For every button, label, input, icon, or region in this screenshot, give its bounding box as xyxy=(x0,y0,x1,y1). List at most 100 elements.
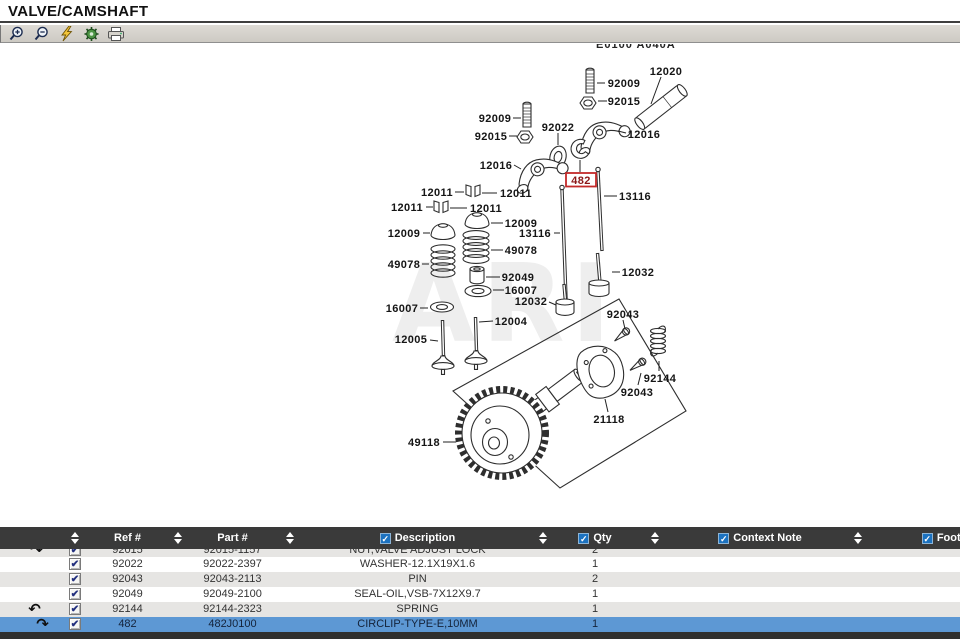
print-icon[interactable] xyxy=(106,25,126,42)
zoom-in-icon[interactable] xyxy=(6,25,26,42)
title-bar: VALVE/CAMSHAFT xyxy=(0,0,960,23)
part-screw-92043-low xyxy=(628,357,647,374)
diagram-area: ARI E0100 A040A xyxy=(0,44,960,527)
sort-button[interactable] xyxy=(174,532,182,544)
diagram-label-92015[interactable]: 92015 xyxy=(608,96,641,108)
part-nut-92015-right xyxy=(580,97,596,109)
table-row-selected[interactable]: ↷ ✔ 482 482J0100 CIRCLIP-TYPE-E,10MM 1 xyxy=(0,617,960,632)
diagram-label-12032[interactable]: 12032 xyxy=(515,296,548,308)
diagram-label-12016[interactable]: 12016 xyxy=(628,129,661,141)
table-row[interactable]: ↶ ✔ 92144 92144-2323 SPRING 1 xyxy=(0,602,960,617)
diagram-label-482[interactable]: 482 xyxy=(571,175,591,187)
column-ref[interactable]: Ref # xyxy=(95,532,160,544)
diagram-label-21118[interactable]: 21118 xyxy=(593,414,624,426)
page-title: VALVE/CAMSHAFT xyxy=(0,0,148,20)
diagram-label-49078[interactable]: 49078 xyxy=(388,259,421,271)
part-spring-49078-left xyxy=(431,245,455,277)
undo-arrow-icon[interactable]: ↶ xyxy=(28,602,41,616)
table-row[interactable]: ✔ 92043 92043-2113 PIN 2 xyxy=(0,572,960,587)
column-context-note[interactable]: ✓Context Note xyxy=(680,532,840,544)
gear-icon[interactable] xyxy=(81,25,101,42)
part-washer-16007-left xyxy=(431,302,454,312)
parts-diagram: 92009 92015 12020 12016 92022 482 92009 92015 12… xyxy=(0,44,960,527)
diagram-label-92049[interactable]: 92049 xyxy=(502,272,535,284)
row-checkbox[interactable]: ✔ xyxy=(69,588,81,600)
column-part[interactable]: Part # xyxy=(195,532,270,544)
diagram-label-16007[interactable]: 16007 xyxy=(386,303,419,315)
part-rocker-12016-right xyxy=(571,111,632,158)
parts-table: Ref # Part # ✓Description ✓Qty ✓Context … xyxy=(0,527,960,639)
row-checkbox[interactable]: ✔ xyxy=(69,573,81,585)
diagram-label-13116[interactable]: 13116 xyxy=(519,228,551,240)
diagram-label-12005[interactable]: 12005 xyxy=(395,334,428,346)
diagram-label-12020[interactable]: 12020 xyxy=(650,66,683,78)
sort-button[interactable] xyxy=(286,532,294,544)
part-retainer-12009-mid xyxy=(465,213,489,229)
zoom-out-icon[interactable] xyxy=(31,25,51,42)
part-collets-12011-a xyxy=(466,185,480,197)
column-qty[interactable]: ✓Qty xyxy=(560,532,630,544)
part-tappet-12032-left xyxy=(556,284,574,315)
table-row[interactable]: ✔ 92049 92049-2100 SEAL-OIL,VSB-7X12X9.7… xyxy=(0,587,960,602)
leader-line xyxy=(623,320,625,329)
diagram-label-92009[interactable]: 92009 xyxy=(479,113,512,125)
diagram-label-92015[interactable]: 92015 xyxy=(475,131,508,143)
column-checkbox[interactable]: ✓ xyxy=(578,533,589,544)
column-checkbox[interactable]: ✓ xyxy=(718,533,729,544)
sort-button[interactable] xyxy=(71,532,79,544)
diagram-label-12004[interactable]: 12004 xyxy=(495,316,528,328)
sort-button[interactable] xyxy=(854,532,862,544)
part-washer-16007-mid xyxy=(465,285,491,296)
diagram-label-92043[interactable]: 92043 xyxy=(621,387,654,399)
leader-line xyxy=(479,321,493,322)
redo-arrow-icon[interactable]: ↷ xyxy=(30,549,43,557)
diagram-label-13116[interactable]: 13116 xyxy=(619,191,651,203)
diagram-label-12011[interactable]: 12011 xyxy=(391,202,423,214)
part-spring-49078-mid xyxy=(463,231,489,264)
leader-line xyxy=(514,165,521,169)
diagram-label-49118[interactable]: 49118 xyxy=(408,437,440,449)
column-description[interactable]: ✓Description xyxy=(310,532,525,544)
diagram-label-12032[interactable]: 12032 xyxy=(622,267,655,279)
diagram-label-12011[interactable]: 12011 xyxy=(421,187,453,199)
table-header: Ref # Part # ✓Description ✓Qty ✓Context … xyxy=(0,527,960,549)
row-checkbox[interactable]: ✔ xyxy=(69,603,81,615)
diagram-label-92043[interactable]: 92043 xyxy=(607,309,640,321)
app-window: VALVE/CAMSHAFT xyxy=(0,0,960,639)
row-checkbox[interactable]: ✔ xyxy=(69,549,81,556)
part-gear-49118 xyxy=(455,386,549,480)
part-retainer-12009-left xyxy=(431,224,455,240)
row-checkbox[interactable]: ✔ xyxy=(69,618,81,630)
row-checkbox[interactable]: ✔ xyxy=(69,558,81,570)
diagram-label-92022[interactable]: 92022 xyxy=(542,122,575,134)
column-foot-note[interactable]: ✓Foot Note xyxy=(875,532,960,544)
toolbar xyxy=(0,25,960,43)
diagram-label-12011[interactable]: 12011 xyxy=(500,188,532,200)
part-valve-12004 xyxy=(465,317,487,369)
leader-line xyxy=(549,302,556,305)
part-bolt-92009-right xyxy=(586,68,594,93)
part-pushrod-13116-left xyxy=(560,185,566,299)
part-tappet-12032-right xyxy=(589,253,609,297)
leader-line xyxy=(605,399,608,412)
diagram-label-49078[interactable]: 49078 xyxy=(505,245,538,257)
part-nut-92015-left xyxy=(517,131,533,143)
redo-arrow-icon[interactable]: ↷ xyxy=(36,617,49,631)
diagram-label-92009[interactable]: 92009 xyxy=(608,78,641,90)
sort-button[interactable] xyxy=(539,532,547,544)
diagram-label-92144[interactable]: 92144 xyxy=(644,373,677,385)
footer-bar xyxy=(0,632,960,639)
part-collets-12011-b xyxy=(434,201,448,213)
column-checkbox[interactable]: ✓ xyxy=(380,533,391,544)
table-row-partial[interactable]: ↷ ✔ 92015 92015-1157 NUT,VALVE ADJUST LO… xyxy=(0,549,960,557)
diagram-label-12009[interactable]: 12009 xyxy=(388,228,421,240)
part-shaft-12020 xyxy=(633,83,689,131)
leader-line xyxy=(430,340,438,341)
diagram-label-12011[interactable]: 12011 xyxy=(470,203,502,215)
table-row[interactable]: ✔ 92022 92022-2397 WASHER-12.1X19X1.6 1 xyxy=(0,557,960,572)
lightning-icon[interactable] xyxy=(56,25,76,42)
leader-line xyxy=(638,373,641,385)
diagram-label-12016[interactable]: 12016 xyxy=(480,160,513,172)
column-checkbox[interactable]: ✓ xyxy=(922,533,933,544)
sort-button[interactable] xyxy=(651,532,659,544)
